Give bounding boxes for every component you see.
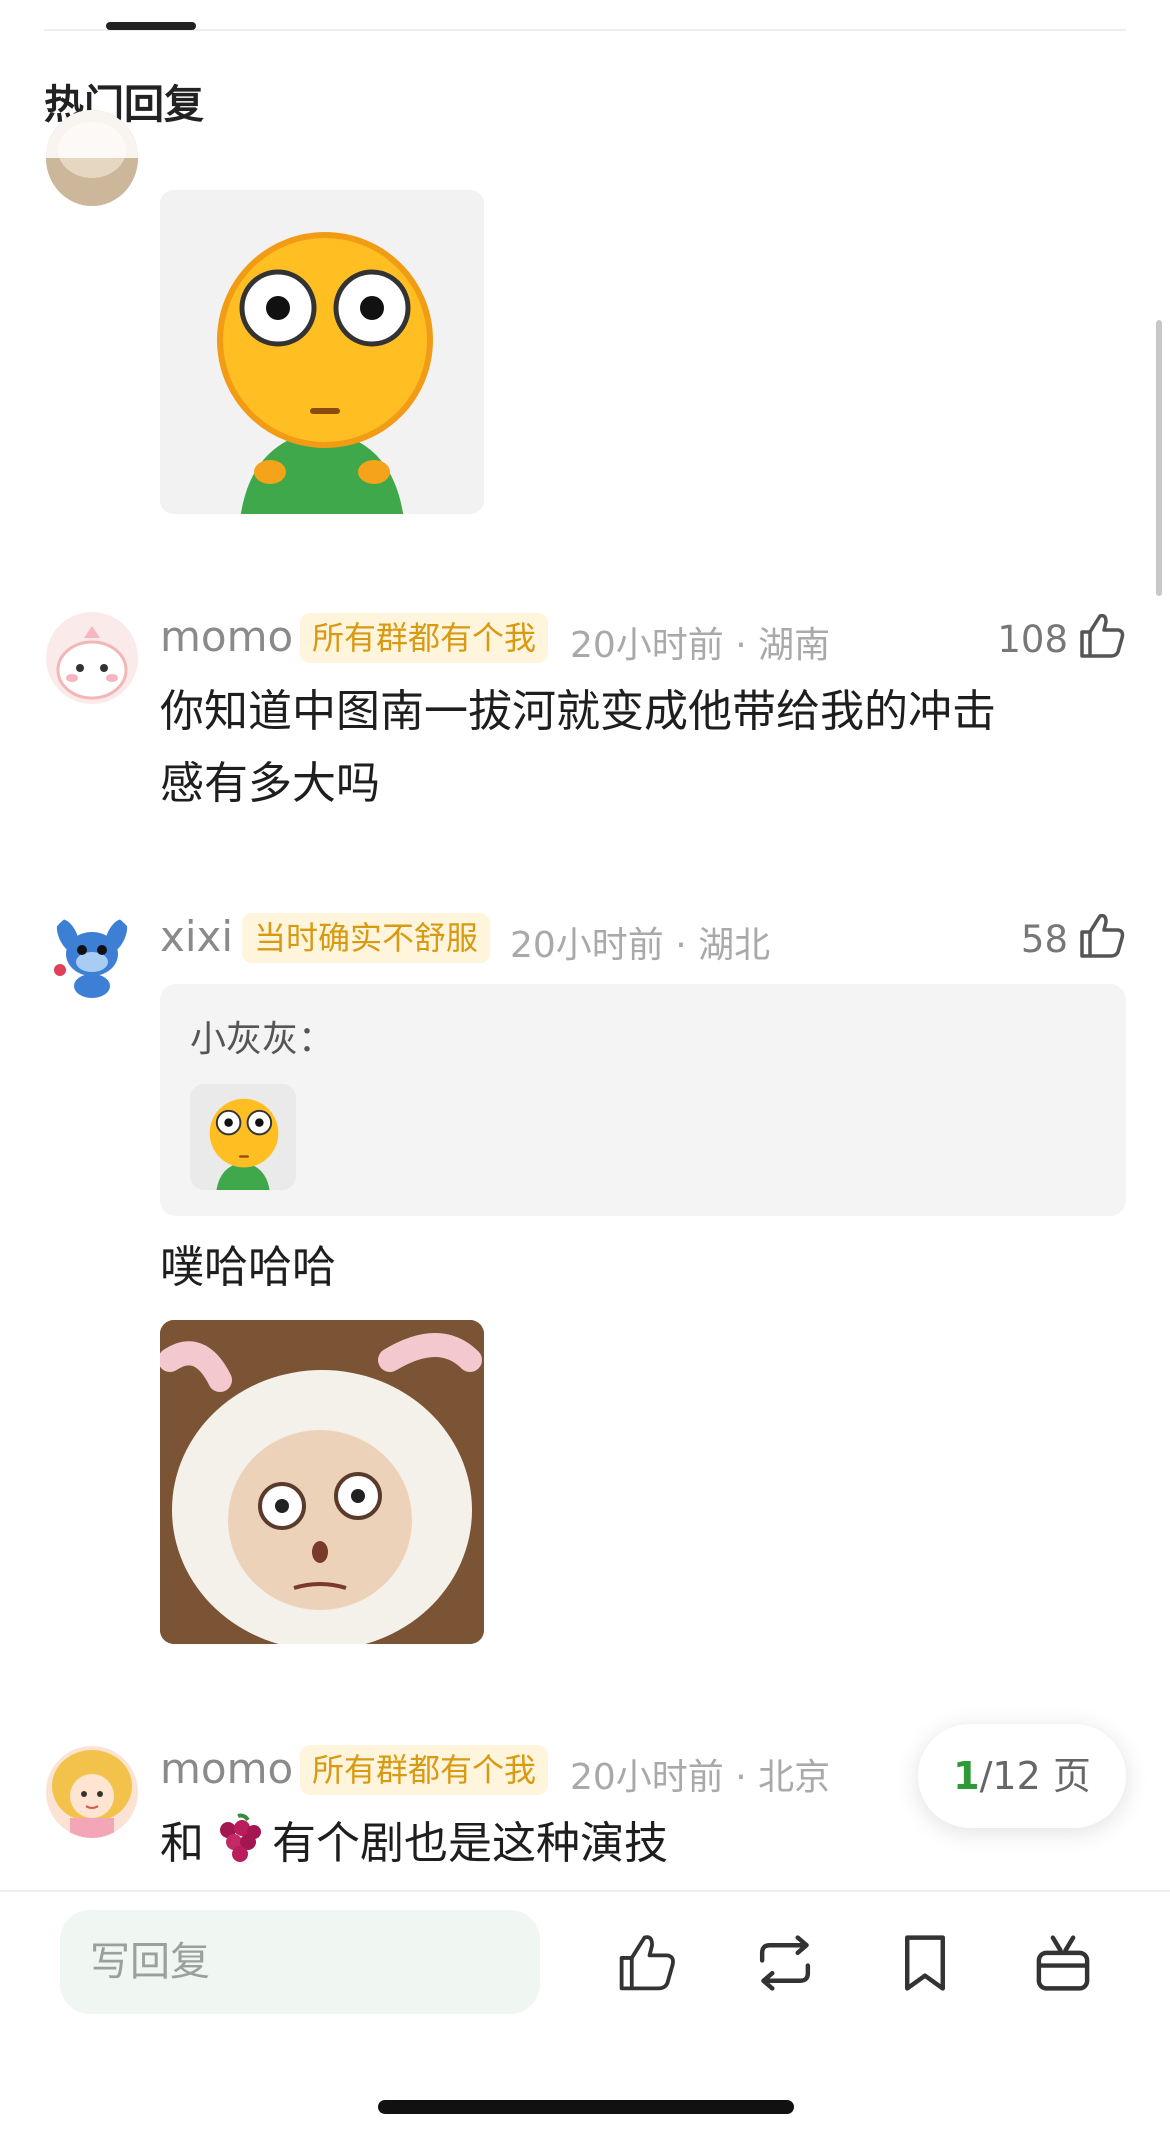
page-current: 1 [953,1754,980,1798]
grapes-emoji [220,1813,261,1862]
username[interactable]: xixi [160,912,233,961]
thumbs-up-icon[interactable] [1076,610,1128,662]
avatar[interactable] [46,110,138,206]
comment-text: 和 有个剧也是这种演技 [160,1808,668,1880]
avatar[interactable] [46,612,138,704]
like-count: 58 [1020,918,1068,961]
avatar[interactable] [46,1746,138,1838]
fan-badge[interactable]: 当时确实不舒服 [242,913,491,963]
repost-icon[interactable] [752,1930,818,1996]
home-indicator[interactable] [378,2100,794,2114]
avatar[interactable] [46,910,138,1002]
scrollbar[interactable] [1156,320,1162,596]
thumbs-up-icon[interactable] [614,1930,680,1996]
quote-author: 小灰灰： [190,1019,335,1060]
comment-meta: 20小时前 · 湖南 [570,625,831,666]
fan-badge[interactable]: 所有群都有个我 [300,1745,549,1795]
quoted-reply[interactable]: 小灰灰： [160,984,1126,1216]
thumbs-up-icon[interactable] [1076,910,1128,962]
tab-indicator [106,22,196,30]
comment-text-line: 感有多大吗 [160,758,380,809]
sticker-image[interactable] [160,1320,484,1644]
like-count: 108 [997,618,1068,661]
gift-icon[interactable] [1030,1930,1096,1996]
sticker-image[interactable] [160,190,484,514]
comment-text-line: 你知道中图南一拔河就变成他带给我的冲击 [160,686,996,737]
comment-meta: 20小时前 · 湖北 [510,925,771,966]
username[interactable]: momo [160,612,293,661]
top-divider [44,29,1126,31]
comment-text-part: 和 [160,1818,204,1869]
username[interactable]: momo [160,1744,293,1793]
comment-text-part: 有个剧也是这种演技 [272,1818,668,1869]
comment-meta: 20小时前 · 北京 [570,1757,831,1798]
comment-text: 噗哈哈哈 [160,1242,336,1293]
bookmark-icon[interactable] [892,1930,958,1996]
comment-text: 你知道中图南一拔河就变成他带给我的冲击 感有多大吗 [160,676,996,820]
page-indicator[interactable]: 1/12 页 [918,1724,1126,1828]
quoted-sticker-image[interactable] [190,1084,296,1190]
fan-badge[interactable]: 所有群都有个我 [300,613,549,663]
page-total: /12 页 [979,1754,1091,1798]
reply-input[interactable]: 写回复 [60,1910,540,2014]
